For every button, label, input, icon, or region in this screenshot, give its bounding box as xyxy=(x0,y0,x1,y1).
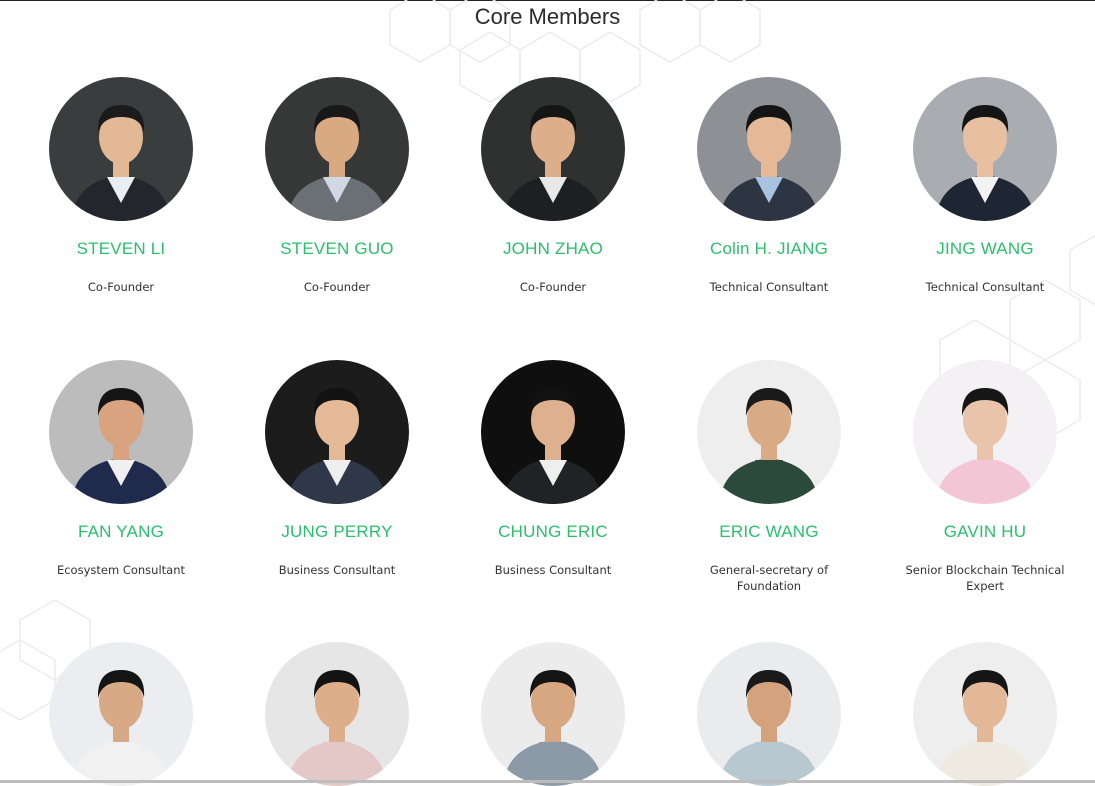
member-name: FAN YANG xyxy=(78,522,164,541)
member-photo xyxy=(481,642,625,786)
member-photo xyxy=(265,642,409,786)
member-role: Co-Founder xyxy=(303,280,371,294)
member-name: CHUNG ERIC xyxy=(498,522,608,541)
member-role: General-secretary of Foundation xyxy=(709,563,829,593)
member-role: Technical Consultant xyxy=(925,280,1045,294)
member-role: Co-Founder xyxy=(519,280,587,294)
member-role: Business Consultant xyxy=(494,563,612,577)
member-role: Co-Founder xyxy=(87,280,155,294)
member-photo xyxy=(481,360,625,504)
member-photo xyxy=(481,77,625,221)
member-photo xyxy=(697,642,841,786)
member-photo xyxy=(265,77,409,221)
member-role: Business Consultant xyxy=(278,563,396,577)
member-photo xyxy=(49,360,193,504)
member-name: JING WANG xyxy=(936,239,1034,258)
member-photo xyxy=(913,360,1057,504)
member-name: STEVEN LI xyxy=(76,239,166,258)
member-name: STEVEN GUO xyxy=(280,239,394,258)
member-name: ERIC WANG xyxy=(719,522,819,541)
member-name: Colin H. JIANG xyxy=(709,239,829,258)
member-name: JUNG PERRY xyxy=(281,522,393,541)
member-role: Ecosystem Consultant xyxy=(56,563,186,577)
section-title: Core Members xyxy=(474,4,621,29)
member-photo xyxy=(49,77,193,221)
member-role: Technical Consultant xyxy=(709,280,829,294)
member-photo xyxy=(913,642,1057,786)
member-photo xyxy=(697,77,841,221)
top-divider xyxy=(0,0,1095,1)
member-photo xyxy=(913,77,1057,221)
member-photo xyxy=(49,642,193,786)
member-name: GAVIN HU xyxy=(943,522,1027,541)
member-photo xyxy=(265,360,409,504)
member-name: JOHN ZHAO xyxy=(502,239,604,258)
member-photo xyxy=(697,360,841,504)
member-role: Senior Blockchain Technical Expert xyxy=(905,563,1065,593)
